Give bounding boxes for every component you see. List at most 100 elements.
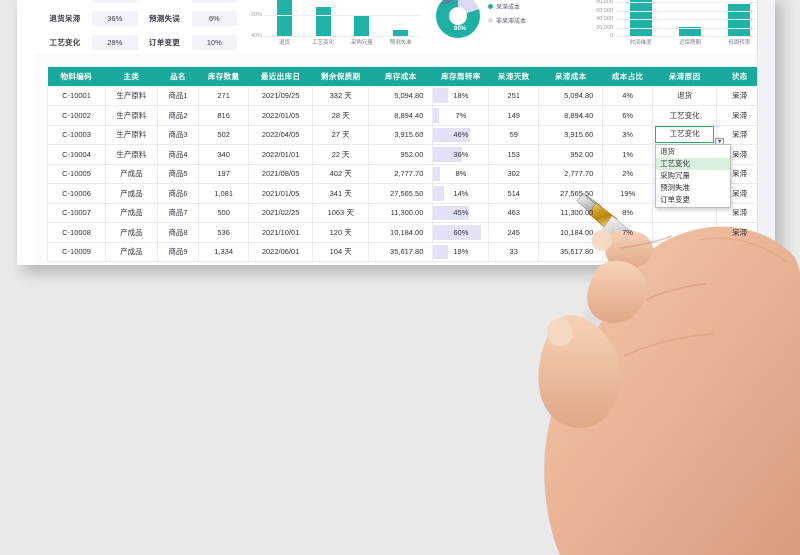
product-name-cell[interactable]: 商品3	[157, 125, 200, 145]
table-header-cell[interactable]: 品名	[157, 67, 200, 86]
cost-share-cell[interactable]: 6%	[602, 105, 654, 126]
turnover-rate-cell[interactable]: 45%	[432, 203, 490, 223]
stock-qty-cell[interactable]: 502	[198, 125, 249, 145]
remaining-shelf-life-cell[interactable]: 27 天	[312, 125, 370, 145]
stock-qty-cell[interactable]: 271	[198, 86, 249, 106]
product-name-cell[interactable]: 商品5	[157, 164, 200, 184]
product-name-cell[interactable]: 商品8	[157, 222, 200, 243]
dead-reason-cell[interactable]: 退货	[652, 86, 718, 106]
table-header-cell[interactable]: 呆滞天数	[488, 67, 540, 86]
last-outbound-date-cell[interactable]: 2022/06/01	[248, 242, 314, 262]
inventory-table-container[interactable]: 物料编码 主类 品名 库存数量 最近出库日 剩余保质期 库存成本 库存周转率 呆滞天数 呆滞成本成…	[46, 67, 763, 262]
last-outbound-date-cell[interactable]: 2022/04/05	[248, 125, 314, 145]
stock-qty-cell[interactable]: 536	[198, 222, 249, 243]
dead-reason-cell[interactable]	[652, 222, 718, 243]
status-cell[interactable]: 呆滞	[716, 222, 763, 243]
cost-share-cell[interactable]: 4%	[602, 86, 654, 106]
remaining-shelf-life-cell[interactable]: 120 天	[312, 222, 370, 243]
main-category-cell[interactable]: 生产原料	[105, 144, 158, 165]
table-row[interactable]: C-10009 产成品 商品9 1,334 2022/06/01 104 天 35,617.…	[46, 242, 763, 262]
table-header-cell[interactable]: 呆滞原因	[652, 67, 718, 86]
dead-cost-cell[interactable]: 3,915.60	[538, 125, 604, 145]
remaining-shelf-life-cell[interactable]: 104 天	[312, 242, 370, 262]
turnover-rate-cell[interactable]: 8%	[432, 164, 490, 184]
stock-qty-cell[interactable]: 340	[198, 144, 249, 165]
product-name-cell[interactable]: 商品4	[157, 144, 200, 165]
remaining-shelf-life-cell[interactable]: 402 天	[312, 164, 370, 184]
dead-days-cell[interactable]: 59	[488, 125, 540, 145]
inventory-cost-cell[interactable]: 8,894.40	[368, 105, 434, 126]
turnover-rate-cell[interactable]: 18%	[432, 242, 490, 262]
material-code-cell[interactable]: C-10001	[46, 86, 107, 106]
last-outbound-date-cell[interactable]: 2022/01/01	[248, 144, 314, 165]
dead-reason-selected-value[interactable]: 工艺变化 ▾	[655, 126, 725, 148]
main-category-cell[interactable]: 生产原料	[105, 86, 158, 106]
dead-days-cell[interactable]: 33	[488, 242, 540, 262]
table-header-cell[interactable]: 呆滞成本	[538, 67, 604, 86]
inventory-cost-cell[interactable]: 3,915.60	[368, 125, 434, 145]
table-header-cell[interactable]: 库存成本	[368, 67, 434, 86]
dead-reason-cell[interactable]	[652, 242, 718, 262]
status-cell[interactable]: 呆滞	[716, 86, 763, 106]
inventory-cost-cell[interactable]: 11,300.00	[368, 203, 434, 223]
table-header-cell[interactable]: 最近出库日	[248, 67, 314, 86]
stock-qty-cell[interactable]: 500	[198, 203, 249, 223]
dead-days-cell[interactable]: 149	[488, 105, 540, 126]
product-name-cell[interactable]: 商品6	[157, 183, 200, 204]
product-name-cell[interactable]: 商品2	[157, 105, 200, 126]
dead-reason-cell-active[interactable]: 工艺变化 ▾ 退货 工艺变化 采购冗量 预测失准 订单变更	[652, 125, 732, 208]
stock-qty-cell[interactable]: 816	[198, 105, 249, 126]
last-outbound-date-cell[interactable]: 2021/02/25	[248, 203, 314, 223]
main-category-cell[interactable]: 生产原料	[105, 125, 158, 145]
cost-share-cell[interactable]: 1%	[602, 144, 654, 165]
dead-days-cell[interactable]: 514	[488, 183, 540, 204]
dropdown-option[interactable]: 退货	[656, 146, 730, 158]
last-outbound-date-cell[interactable]: 2021/09/25	[248, 86, 314, 106]
dead-cost-cell[interactable]: 2,777.70	[538, 164, 604, 184]
dead-days-cell[interactable]: 302	[488, 164, 540, 184]
material-code-cell[interactable]: C-10004	[46, 144, 107, 165]
last-outbound-date-cell[interactable]: 2021/08/05	[248, 164, 314, 184]
table-row[interactable]: C-10001 生产原料 商品1 271 2021/09/25 332 天 5,094.80…	[46, 86, 763, 106]
dead-days-cell[interactable]: 245	[488, 222, 540, 243]
dead-cost-cell[interactable]: 952.00	[538, 144, 604, 165]
dead-days-cell[interactable]: 153	[488, 144, 540, 165]
product-name-cell[interactable]: 商品1	[157, 86, 200, 106]
stock-qty-cell[interactable]: 197	[198, 164, 249, 184]
remaining-shelf-life-cell[interactable]: 341 天	[312, 183, 370, 204]
main-category-cell[interactable]: 产成品	[105, 183, 158, 204]
material-code-cell[interactable]: C-10009	[46, 242, 107, 262]
remaining-shelf-life-cell[interactable]: 332 天	[312, 86, 370, 106]
table-header-cell[interactable]: 物料编码	[47, 67, 107, 86]
last-outbound-date-cell[interactable]: 2021/10/01	[248, 222, 314, 243]
table-header-cell[interactable]: 成本占比	[602, 67, 654, 86]
table-header-cell[interactable]: 剩余保质期	[312, 67, 370, 86]
stock-qty-cell[interactable]: 1,081	[198, 183, 249, 204]
status-cell[interactable]: 呆滞	[716, 105, 763, 126]
material-code-cell[interactable]: C-10005	[46, 164, 107, 184]
dropdown-option[interactable]: 预测失准	[656, 182, 730, 194]
product-name-cell[interactable]: 商品7	[157, 203, 200, 223]
inventory-cost-cell[interactable]: 35,617.80	[368, 242, 434, 262]
remaining-shelf-life-cell[interactable]: 28 天	[312, 105, 370, 126]
dead-days-cell[interactable]: 463	[488, 203, 540, 223]
main-category-cell[interactable]: 产成品	[105, 222, 158, 243]
cost-share-cell[interactable]: 2%	[602, 164, 654, 184]
inventory-cost-cell[interactable]: 952.00	[368, 144, 434, 165]
cost-share-cell[interactable]	[602, 242, 654, 262]
cost-share-cell[interactable]: 8%	[602, 203, 654, 223]
turnover-rate-cell[interactable]: 46%	[432, 125, 490, 145]
dropdown-option[interactable]: 工艺变化	[656, 157, 731, 170]
material-code-cell[interactable]: C-10006	[46, 183, 107, 204]
remaining-shelf-life-cell[interactable]: 22 天	[312, 144, 370, 165]
dead-cost-cell[interactable]: 10,184.00	[538, 222, 604, 243]
status-cell[interactable]	[716, 242, 763, 262]
dead-cost-cell[interactable]: 11,300.00	[538, 203, 604, 223]
cost-share-cell[interactable]: 3%	[602, 125, 654, 145]
cost-share-cell[interactable]: 19%	[602, 183, 654, 204]
table-header-cell[interactable]: 状态	[716, 67, 763, 86]
inventory-cost-cell[interactable]: 5,094.80	[368, 86, 434, 106]
main-category-cell[interactable]: 生产原料	[105, 105, 158, 126]
table-row[interactable]: C-10002 生产原料 商品2 816 2022/01/05 28 天 8,894.40 7…	[46, 105, 763, 126]
dead-days-cell[interactable]: 251	[488, 86, 540, 106]
